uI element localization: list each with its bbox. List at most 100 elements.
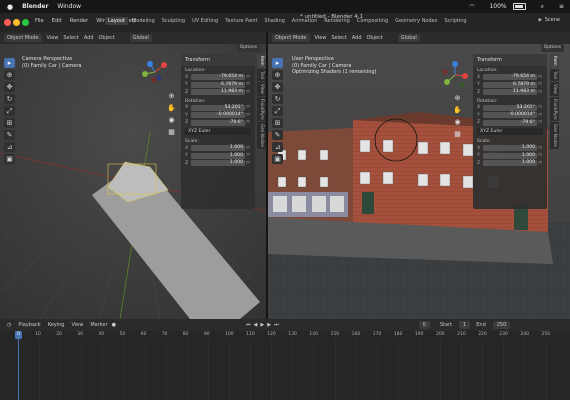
location-z-field[interactable]: 11.983 m	[191, 89, 245, 96]
zoom-icon[interactable]: ⊕	[453, 94, 462, 103]
object-mode-dropdown[interactable]: Object Mode	[4, 34, 42, 42]
sidebar-tab-tool[interactable]: Tool	[550, 68, 559, 81]
jump-start-icon[interactable]: ⏮	[246, 322, 251, 328]
sidebar-tab-fluid[interactable]: Fluid/Pyro	[257, 96, 266, 122]
tab-sculpting[interactable]: Sculpting	[159, 17, 188, 25]
lock-icon[interactable]: ⊓	[245, 120, 251, 125]
current-frame-field[interactable]: 0	[418, 321, 430, 329]
object-menu[interactable]: Object	[367, 35, 383, 41]
select-menu[interactable]: Select	[63, 35, 78, 41]
wifi-icon[interactable]: ◠	[469, 3, 474, 10]
tab-geometry-nodes[interactable]: Geometry Nodes	[392, 17, 440, 25]
rotation-mode-dropdown[interactable]: XYZ Euler	[477, 128, 543, 135]
tab-scripting[interactable]: Scripting	[441, 17, 469, 25]
scene-selector[interactable]: ◈ Scene	[538, 17, 560, 23]
scale-z-field[interactable]: 1.000	[483, 160, 537, 167]
rotation-z-field[interactable]: -79.6°	[191, 119, 245, 126]
location-x-field[interactable]: -79.654 m	[483, 74, 537, 81]
timeline-editor-icon[interactable]: ◷	[7, 322, 11, 328]
menu-file[interactable]: File	[32, 17, 47, 25]
playback-menu[interactable]: Playback	[18, 322, 40, 328]
navigation-gizmo-left[interactable]	[140, 58, 170, 86]
transform-panel-title[interactable]: Transform	[181, 54, 255, 66]
tab-modeling[interactable]: Modeling	[129, 17, 158, 25]
annotate-icon[interactable]: ✎	[272, 130, 283, 140]
sidebar-tab-item[interactable]: Item	[550, 54, 559, 68]
control-center-icon[interactable]: ≡	[559, 3, 564, 10]
minimize-window-button[interactable]	[13, 19, 20, 26]
lock-icon[interactable]: ⊓	[537, 90, 543, 95]
scale-y-field[interactable]: 1.000	[191, 152, 245, 159]
add-cube-icon[interactable]: ▣	[4, 154, 15, 164]
window-menu[interactable]: Window	[57, 3, 81, 10]
keying-menu[interactable]: Keying	[48, 322, 65, 328]
scale-x-field[interactable]: 1.000	[191, 145, 245, 152]
zoom-icon[interactable]: ⊕	[167, 92, 176, 101]
measure-icon[interactable]: ⊿	[272, 142, 283, 152]
orientation-dropdown[interactable]: Global	[397, 34, 420, 42]
scale-icon[interactable]: ⤢	[272, 106, 283, 116]
sidebar-tab-view[interactable]: View	[550, 81, 559, 96]
measure-icon[interactable]: ⊿	[4, 142, 15, 152]
add-cube-icon[interactable]: ▣	[272, 154, 283, 164]
sidebar-tab-gen-nodes[interactable]: Gen Nodes	[257, 122, 266, 150]
add-menu[interactable]: Add	[352, 35, 362, 41]
camera-view-icon[interactable]: ◉	[453, 118, 462, 127]
location-y-field[interactable]: 6.7879 m	[483, 81, 537, 88]
lock-icon[interactable]: ⊓	[245, 161, 251, 166]
left-viewport[interactable]: Object Mode View Select Add Object Globa…	[0, 32, 266, 319]
record-icon[interactable]: ●	[112, 322, 116, 328]
location-x-field[interactable]: -79.654 m	[191, 74, 245, 81]
zoom-window-button[interactable]	[22, 19, 29, 26]
sidebar-tab-tool[interactable]: Tool	[257, 68, 266, 81]
lock-icon[interactable]: ⊓	[245, 82, 251, 87]
sidebar-tab-gen-nodes[interactable]: Gen Nodes	[550, 122, 559, 150]
jump-end-icon[interactable]: ⏭	[274, 322, 279, 328]
orientation-dropdown[interactable]: Global	[129, 34, 152, 42]
navigation-gizmo-right[interactable]	[440, 60, 470, 90]
location-y-field[interactable]: 6.7879 m	[191, 81, 245, 88]
rotation-x-field[interactable]: 53.201°	[191, 104, 245, 111]
move-icon[interactable]: ✥	[4, 82, 15, 92]
rotation-y-field[interactable]: -0.000014°	[191, 112, 245, 119]
tab-texture-paint[interactable]: Texture Paint	[222, 17, 260, 25]
pan-icon[interactable]: ✋	[167, 104, 176, 113]
transform-icon[interactable]: ⊞	[272, 118, 283, 128]
next-key-icon[interactable]: ▶	[267, 322, 271, 328]
lock-icon[interactable]: ⊓	[245, 105, 251, 110]
transform-icon[interactable]: ⊞	[4, 118, 15, 128]
end-frame-field[interactable]: 250	[492, 321, 511, 329]
close-window-button[interactable]	[4, 19, 11, 26]
lock-icon[interactable]: ⊓	[245, 153, 251, 158]
scale-z-field[interactable]: 1.000	[191, 160, 245, 167]
ortho-toggle-icon[interactable]: ▦	[167, 128, 176, 137]
sidebar-tab-item[interactable]: Item	[257, 54, 266, 68]
battery-icon[interactable]	[512, 3, 526, 10]
options-dropdown[interactable]: Options	[236, 44, 260, 52]
rotation-y-field[interactable]: -0.000014°	[483, 112, 537, 119]
tab-uv-editing[interactable]: UV Editing	[189, 17, 221, 25]
object-menu[interactable]: Object	[99, 35, 115, 41]
scale-y-field[interactable]: 1.000	[483, 152, 537, 159]
options-dropdown[interactable]: Options	[540, 44, 564, 52]
timeline-body[interactable]: 10 20 30 40 50 60 70 80 90 100 110 120 130 140 150 160 1…	[0, 331, 570, 400]
cursor-icon[interactable]: ⊕	[4, 70, 15, 80]
lock-icon[interactable]: ⊓	[537, 120, 543, 125]
start-frame-field[interactable]: 1	[459, 321, 471, 329]
prev-key-icon[interactable]: ◀	[254, 322, 258, 328]
lock-icon[interactable]: ⊓	[537, 113, 543, 118]
timeline-view-menu[interactable]: View	[71, 322, 83, 328]
view-menu[interactable]: View	[47, 35, 59, 41]
add-menu[interactable]: Add	[84, 35, 94, 41]
scale-icon[interactable]: ⤢	[4, 106, 15, 116]
rotate-icon[interactable]: ↻	[4, 94, 15, 104]
rotation-mode-dropdown[interactable]: XYZ Euler	[185, 128, 251, 135]
rotation-z-field[interactable]: -79.6°	[483, 119, 537, 126]
rotate-icon[interactable]: ↻	[272, 94, 283, 104]
sidebar-tab-view[interactable]: View	[257, 81, 266, 96]
camera-view-icon[interactable]: ◉	[167, 116, 176, 125]
search-icon[interactable]: ⌕	[541, 3, 544, 11]
rotation-x-field[interactable]: 53.201°	[483, 104, 537, 111]
lock-icon[interactable]: ⊓	[537, 146, 543, 151]
cursor-icon[interactable]: ⊕	[272, 70, 283, 80]
